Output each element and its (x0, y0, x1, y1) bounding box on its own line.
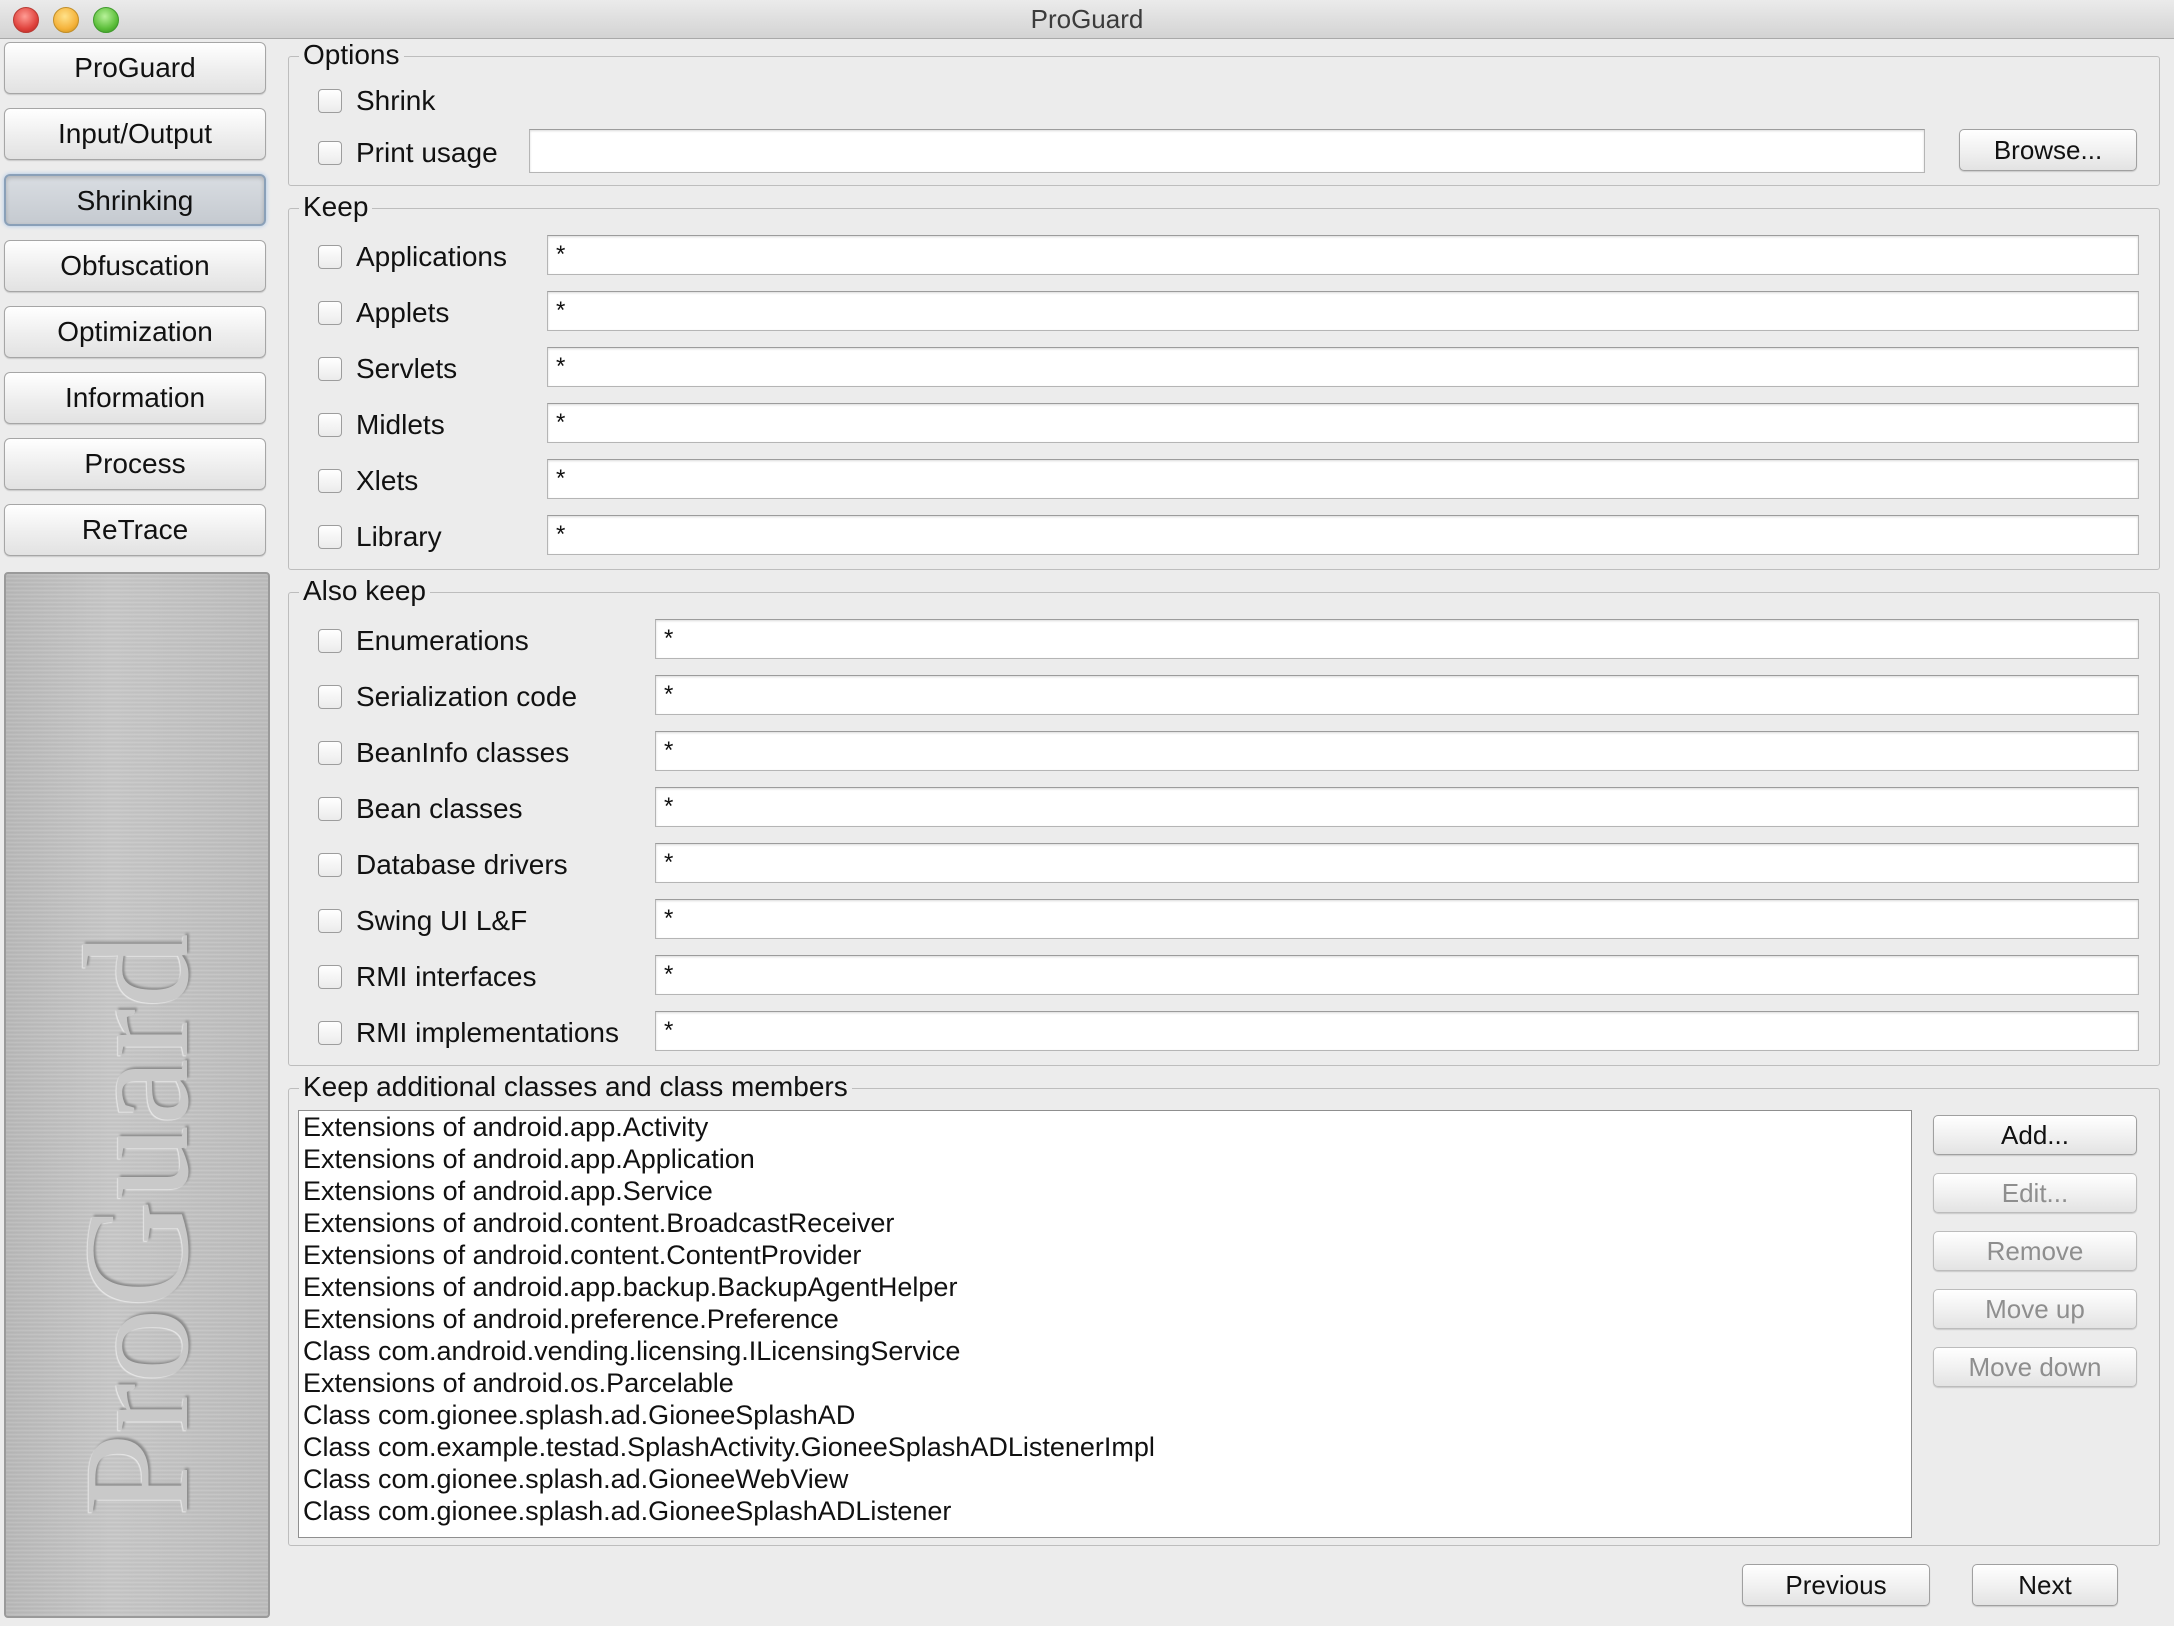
options-group: Options Shrink Print usage Browse... (288, 40, 2160, 186)
keep-midlets-checkbox[interactable] (318, 413, 342, 437)
list-item[interactable]: Extensions of android.content.BroadcastR… (299, 1207, 1911, 1239)
list-item[interactable]: Extensions of android.app.Activity (299, 1111, 1911, 1143)
keep-library-field[interactable]: * (547, 515, 2139, 555)
proguard-logo-panel: ProGuard (4, 572, 270, 1618)
list-item[interactable]: Extensions of android.app.Service (299, 1175, 1911, 1207)
keep-midlets-field[interactable]: * (547, 403, 2139, 443)
keep-servlets-label: Servlets (356, 353, 458, 384)
previous-button[interactable]: Previous (1742, 1564, 1930, 1606)
also-keep-serialization-field[interactable]: * (655, 675, 2139, 715)
list-item[interactable]: Class com.android.vending.licensing.ILic… (299, 1335, 1911, 1367)
keep-xlets-label: Xlets (356, 465, 419, 496)
edit-button[interactable]: Edit... (1933, 1173, 2137, 1213)
list-item[interactable]: Extensions of android.app.backup.BackupA… (299, 1271, 1911, 1303)
sidebar-item-shrinking[interactable]: Shrinking (4, 174, 266, 226)
also-keep-enumerations-label: Enumerations (356, 625, 529, 656)
list-item[interactable]: Extensions of android.os.Parcelable (299, 1367, 1911, 1399)
next-button[interactable]: Next (1972, 1564, 2118, 1606)
also-keep-rmi-interfaces-label: RMI interfaces (356, 961, 537, 992)
move-down-button[interactable]: Move down (1933, 1347, 2137, 1387)
list-item[interactable]: Class com.gionee.splash.ad.GioneeSplashA… (299, 1495, 1911, 1527)
keep-servlets-checkbox[interactable] (318, 357, 342, 381)
keep-applets-label: Applets (356, 297, 450, 328)
also-keep-swing-ui-checkbox[interactable] (318, 909, 342, 933)
window-title: ProGuard (1030, 4, 1144, 34)
print-usage-label: Print usage (356, 137, 498, 168)
shrink-checkbox[interactable] (318, 89, 342, 113)
remove-button[interactable]: Remove (1933, 1231, 2137, 1271)
keep-xlets-field[interactable]: * (547, 459, 2139, 499)
also-keep-enumerations-field[interactable]: * (655, 619, 2139, 659)
sidebar-item-optimization[interactable]: Optimization (4, 306, 266, 358)
print-usage-checkbox[interactable] (318, 141, 342, 165)
also-keep-bean-classes-label: Bean classes (356, 793, 523, 824)
keep-servlets-field[interactable]: * (547, 347, 2139, 387)
also-keep-bean-classes-checkbox[interactable] (318, 797, 342, 821)
also-keep-rmi-interfaces-field[interactable]: * (655, 955, 2139, 995)
sidebar-item-proguard[interactable]: ProGuard (4, 42, 266, 94)
keep-additional-group-title: Keep additional classes and class member… (299, 1072, 852, 1102)
list-item[interactable]: Extensions of android.preference.Prefere… (299, 1303, 1911, 1335)
keep-applets-field[interactable]: * (547, 291, 2139, 331)
list-item[interactable]: Extensions of android.app.Application (299, 1143, 1911, 1175)
also-keep-database-drivers-checkbox[interactable] (318, 853, 342, 877)
shrink-label: Shrink (356, 85, 436, 116)
proguard-logo: ProGuard (54, 933, 220, 1517)
keep-applications-label: Applications (356, 241, 507, 272)
also-keep-rmi-implementations-checkbox[interactable] (318, 1021, 342, 1045)
move-up-button[interactable]: Move up (1933, 1289, 2137, 1329)
list-item[interactable]: Extensions of android.content.ContentPro… (299, 1239, 1911, 1271)
list-item[interactable]: Class com.gionee.splash.ad.GioneeWebView (299, 1463, 1911, 1495)
sidebar-item-obfuscation[interactable]: Obfuscation (4, 240, 266, 292)
also-keep-serialization-label: Serialization code (356, 681, 578, 712)
also-keep-database-drivers-field[interactable]: * (655, 843, 2139, 883)
title-bar: ProGuard (0, 0, 2174, 39)
keep-applications-checkbox[interactable] (318, 245, 342, 269)
also-keep-group-title: Also keep (299, 576, 430, 606)
also-keep-beaninfo-field[interactable]: * (655, 731, 2139, 771)
also-keep-beaninfo-checkbox[interactable] (318, 741, 342, 765)
keep-additional-list[interactable]: Extensions of android.app.Activity Exten… (298, 1110, 1912, 1538)
sidebar-item-input-output[interactable]: Input/Output (4, 108, 266, 160)
sidebar-item-information[interactable]: Information (4, 372, 266, 424)
keep-midlets-label: Midlets (356, 409, 445, 440)
also-keep-beaninfo-label: BeanInfo classes (356, 737, 570, 768)
also-keep-rmi-implementations-label: RMI implementations (356, 1017, 619, 1048)
also-keep-group: Also keep Enumerations * Serialization c… (288, 576, 2160, 1066)
keep-library-checkbox[interactable] (318, 525, 342, 549)
also-keep-bean-classes-field[interactable]: * (655, 787, 2139, 827)
keep-applications-field[interactable]: * (547, 235, 2139, 275)
keep-applets-checkbox[interactable] (318, 301, 342, 325)
also-keep-swing-ui-label: Swing UI L&F (356, 905, 528, 936)
browse-button[interactable]: Browse... (1959, 129, 2137, 171)
options-group-title: Options (299, 40, 404, 70)
keep-group: Keep Applications * Applets * Servlets *… (288, 192, 2160, 570)
also-keep-rmi-implementations-field[interactable]: * (655, 1011, 2139, 1051)
also-keep-rmi-interfaces-checkbox[interactable] (318, 965, 342, 989)
keep-xlets-checkbox[interactable] (318, 469, 342, 493)
list-item[interactable]: Class com.gionee.splash.ad.GioneeSplashA… (299, 1399, 1911, 1431)
keep-group-title: Keep (299, 192, 373, 222)
print-usage-file-field[interactable] (529, 129, 1925, 173)
sidebar-item-retrace[interactable]: ReTrace (4, 504, 266, 556)
sidebar-item-process[interactable]: Process (4, 438, 266, 490)
also-keep-swing-ui-field[interactable]: * (655, 899, 2139, 939)
also-keep-database-drivers-label: Database drivers (356, 849, 568, 880)
also-keep-serialization-checkbox[interactable] (318, 685, 342, 709)
add-button[interactable]: Add... (1933, 1115, 2137, 1155)
keep-library-label: Library (356, 521, 442, 552)
also-keep-enumerations-checkbox[interactable] (318, 629, 342, 653)
list-item[interactable]: Class com.example.testad.SplashActivity.… (299, 1431, 1911, 1463)
